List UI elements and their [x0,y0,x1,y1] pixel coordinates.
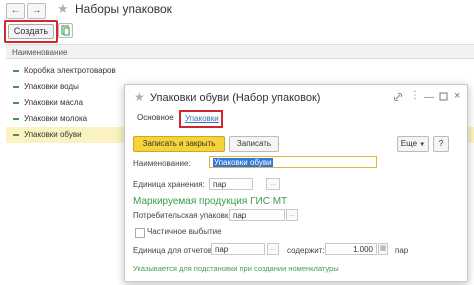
chevron-down-icon: ▼ [419,142,426,148]
list-item[interactable]: Коробка электротоваров [6,63,474,79]
copy-icon [61,25,70,36]
save-button[interactable]: Записать [229,136,279,152]
arrow-right-icon: → [31,5,42,16]
link-icon[interactable] [393,92,403,105]
tab-main[interactable]: Основное [137,113,174,122]
contains-unit: пар [395,246,409,255]
favorite-star-icon[interactable]: ★ [134,90,145,104]
close-icon[interactable]: × [454,90,460,102]
maximize-icon[interactable] [439,92,448,104]
partial-checkbox[interactable] [135,228,145,238]
storage-unit-field[interactable]: пар [209,178,253,190]
item-marker-icon [13,70,19,72]
page-title: Наборы упаковок [75,2,172,16]
contains-calc-button[interactable]: ▦ [378,243,388,255]
create-button-highlight: Создать [4,20,58,43]
arrow-left-icon: ← [10,5,21,16]
name-field[interactable]: Упаковки обуви [209,156,377,168]
contains-field[interactable]: 1.000 [325,243,377,255]
contains-label: содержит: [287,246,325,255]
back-button[interactable]: ← [6,3,25,19]
forward-button[interactable]: → [27,3,46,19]
create-button[interactable]: Создать [8,24,54,39]
marked-products-section: Маркируемая продукция ГИС МТ [133,196,288,207]
menu-icon[interactable]: ⋮ [410,90,420,101]
save-and-close-button[interactable]: Записать и закрыть [133,136,225,152]
tab-packages-highlight: Упаковки [179,110,223,128]
name-label: Наименование: [133,159,191,168]
item-marker-icon [13,86,19,88]
item-marker-icon [13,134,19,136]
help-button[interactable]: ? [433,136,449,152]
consumer-pack-field[interactable]: пар [229,209,285,221]
favorite-star-icon[interactable]: ★ [57,1,69,17]
report-unit-field[interactable]: пар [211,243,265,255]
storage-unit-label: Единица хранения: [133,180,205,189]
dialog-title: Упаковки обуви (Набор упаковок) [150,92,321,104]
minimize-icon[interactable]: — [424,92,434,103]
partial-label: Частичное выбытие [147,227,222,236]
consumer-pack-label: Потребительская упаковка: [133,211,236,220]
item-marker-icon [13,118,19,120]
consumer-pack-select-button[interactable]: ... [286,209,298,221]
item-marker-icon [13,102,19,104]
report-unit-select-button[interactable]: ... [267,243,279,255]
report-unit-label: Единица для отчетов: [133,246,215,255]
storage-unit-select-button[interactable]: ... [266,178,280,190]
tab-packages[interactable]: Упаковки [185,114,219,123]
more-button[interactable]: Еще ▼ [397,136,429,152]
hint-text: Указывается для подстановки при создании… [133,264,339,273]
column-header-name[interactable]: Наименование [6,44,474,59]
copy-button[interactable] [58,23,73,38]
package-set-dialog: ★ Упаковки обуви (Набор упаковок) ⋮ — × … [124,84,468,282]
